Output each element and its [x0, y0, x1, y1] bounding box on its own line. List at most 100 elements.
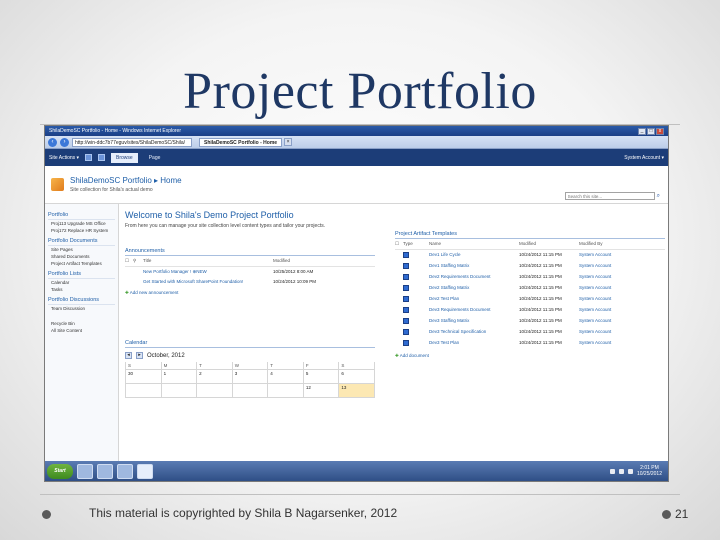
search-input[interactable] — [564, 192, 655, 200]
calendar-day[interactable]: 5 — [303, 370, 340, 384]
ql-item[interactable]: Site Pages — [48, 246, 115, 253]
ql-heading-discussions[interactable]: Portfolio Discussions — [48, 297, 115, 305]
modified-by-link[interactable]: System Account — [579, 252, 665, 259]
calendar-day[interactable] — [268, 384, 304, 398]
volume-icon[interactable] — [627, 468, 633, 474]
site-logo-icon[interactable] — [51, 178, 64, 191]
ql-heading-lists[interactable]: Portfolio Lists — [48, 271, 115, 279]
add-announcement-link[interactable]: ✚ Add new announcement — [125, 290, 375, 296]
modified-by-link[interactable]: System Account — [579, 318, 665, 325]
ql-item[interactable]: Team Discussion — [48, 305, 115, 312]
calendar-day[interactable]: 30 — [126, 370, 162, 384]
calendar-day[interactable] — [232, 384, 269, 398]
navigate-up-icon[interactable] — [85, 154, 93, 161]
modified-date: 10/24/2012 11:15 PM — [519, 318, 562, 323]
powershell-icon[interactable] — [97, 463, 113, 479]
modified-by-link[interactable]: System Account — [579, 274, 665, 281]
modified-date: 10/24/2012 11:15 PM — [519, 307, 562, 312]
all-site-content-link[interactable]: All Site Content — [48, 327, 115, 334]
internet-explorer-icon[interactable] — [137, 463, 153, 479]
column-header-modified[interactable]: Modified — [273, 258, 333, 264]
templates-title[interactable]: Project Artifact Templates — [395, 231, 665, 239]
modified-by-link[interactable]: System Account — [579, 307, 665, 314]
close-tab-icon[interactable]: × — [284, 137, 293, 146]
edit-page-icon[interactable] — [98, 154, 106, 161]
account-menu[interactable]: System Account ▾ — [624, 155, 664, 161]
welcome-subtitle: From here you can manage your site colle… — [125, 223, 326, 229]
announcement-link[interactable]: Get Started with Microsoft SharePoint Fo… — [143, 279, 273, 284]
add-document-link[interactable]: ✚ Add document — [395, 353, 665, 359]
ql-item[interactable]: Proj113 Upgrade MS Office — [48, 220, 115, 227]
site-actions-menu[interactable]: Site Actions ▾ — [49, 155, 79, 161]
file-explorer-icon[interactable] — [117, 463, 133, 479]
url-input[interactable]: http://win-ddc7b77eguv/sites/ShilaDemoSC… — [72, 137, 192, 147]
recycle-bin-link[interactable]: Recycle Bin — [48, 320, 115, 327]
browser-tab-portfolio[interactable]: ShilaDemoSC Portfolio - Home — [199, 137, 283, 147]
column-header-modified[interactable]: Modified — [519, 241, 579, 247]
document-link[interactable]: Dev2 Requirements Document — [429, 274, 519, 281]
document-link[interactable]: Dev3 Staffing Matrix — [429, 318, 519, 325]
calendar-day[interactable]: 12 — [303, 384, 340, 398]
prev-month-icon[interactable]: ◂ — [125, 352, 132, 359]
document-link[interactable]: Dev1 Life Cycle — [429, 252, 519, 259]
back-arrow-icon[interactable]: ‹ — [48, 137, 57, 147]
embedded-screenshot: ShilaDemoSC Portfolio - Home - Windows I… — [44, 125, 669, 482]
column-header-modified-by[interactable]: Modified By — [579, 241, 665, 247]
announcement-link[interactable]: New Portfolio Manager ! ⊕NEW — [143, 269, 273, 275]
calendar-title[interactable]: Calendar — [125, 340, 375, 348]
modified-by-link[interactable]: System Account — [579, 263, 665, 270]
next-month-icon[interactable]: ▸ — [136, 352, 143, 359]
modified-by-link[interactable]: System Account — [579, 329, 665, 336]
address-bar: ‹ › http://win-ddc7b77eguv/sites/ShilaDe… — [45, 136, 668, 149]
announcements-title[interactable]: Announcements — [125, 248, 375, 256]
forward-arrow-icon[interactable]: › — [60, 137, 69, 147]
start-button[interactable]: Start — [47, 463, 73, 479]
ql-item[interactable]: Proj172 Replace HR System — [48, 227, 115, 234]
calendar-day[interactable] — [161, 384, 198, 398]
calendar-day[interactable] — [126, 384, 162, 398]
ql-item[interactable]: Shared Documents — [48, 253, 115, 260]
ql-heading-portfolio[interactable]: Portfolio — [48, 212, 115, 220]
quick-launch: Portfolio Proj113 Upgrade MS Office Proj… — [45, 204, 119, 462]
table-row: Dev3 Technical Specification 10/24/2012 1… — [395, 327, 665, 338]
ql-heading-documents[interactable]: Portfolio Documents — [48, 238, 115, 246]
select-all-checkbox[interactable]: ☐ — [125, 258, 133, 264]
keyboard-icon[interactable] — [609, 468, 615, 474]
modified-by-link[interactable]: System Account — [579, 296, 665, 303]
document-link[interactable]: Dev3 Technical Specification — [429, 329, 519, 336]
breadcrumb[interactable]: ShilaDemoSC Portfolio ▸ Home — [70, 176, 182, 185]
calendar-day[interactable]: 1 — [161, 370, 198, 384]
ql-item[interactable]: Project Artifact Templates — [48, 260, 115, 267]
ql-item[interactable]: Tasks — [48, 286, 115, 293]
column-header-title[interactable]: Title — [143, 258, 273, 264]
maximize-button[interactable]: □ — [647, 127, 655, 135]
document-link[interactable]: Dev1 Staffing Matrix — [429, 263, 519, 270]
modified-by-link[interactable]: System Account — [579, 340, 665, 347]
taskbar-clock[interactable]: 2:01 PM 10/25/2012 — [637, 465, 662, 477]
calendar-day-today[interactable]: 13 — [339, 384, 375, 398]
document-link[interactable]: Dev3 Test Plan — [429, 340, 519, 347]
calendar-day[interactable]: 3 — [232, 370, 269, 384]
tab-browse[interactable]: Browse — [111, 152, 138, 163]
server-manager-icon[interactable] — [77, 463, 93, 479]
document-link[interactable]: Dev2 Staffing Matrix — [429, 285, 519, 292]
table-row: Dev3 Staffing Matrix 10/24/2012 11:15 PM S… — [395, 316, 665, 327]
document-link[interactable]: Dev2 Test Plan — [429, 296, 519, 303]
network-icon[interactable] — [618, 468, 624, 474]
document-link[interactable]: Dev3 Requirements Document — [429, 307, 519, 314]
add-icon: ✚ — [125, 290, 129, 295]
column-header-type[interactable]: Type — [403, 241, 429, 247]
close-button[interactable]: x — [656, 127, 664, 135]
search-icon[interactable]: ⌕ — [657, 193, 660, 200]
day-header: T — [268, 362, 304, 370]
modified-by-link[interactable]: System Account — [579, 285, 665, 292]
calendar-day[interactable]: 6 — [339, 370, 375, 384]
calendar-day[interactable]: 4 — [268, 370, 304, 384]
ql-item[interactable]: Calendar — [48, 279, 115, 286]
column-header-name[interactable]: Name — [429, 241, 519, 247]
calendar-day[interactable]: 2 — [197, 370, 233, 384]
select-all-checkbox[interactable]: ☐ — [395, 241, 403, 247]
calendar-day[interactable] — [197, 384, 233, 398]
tab-page[interactable]: Page — [144, 153, 166, 163]
minimize-button[interactable]: _ — [638, 127, 646, 135]
